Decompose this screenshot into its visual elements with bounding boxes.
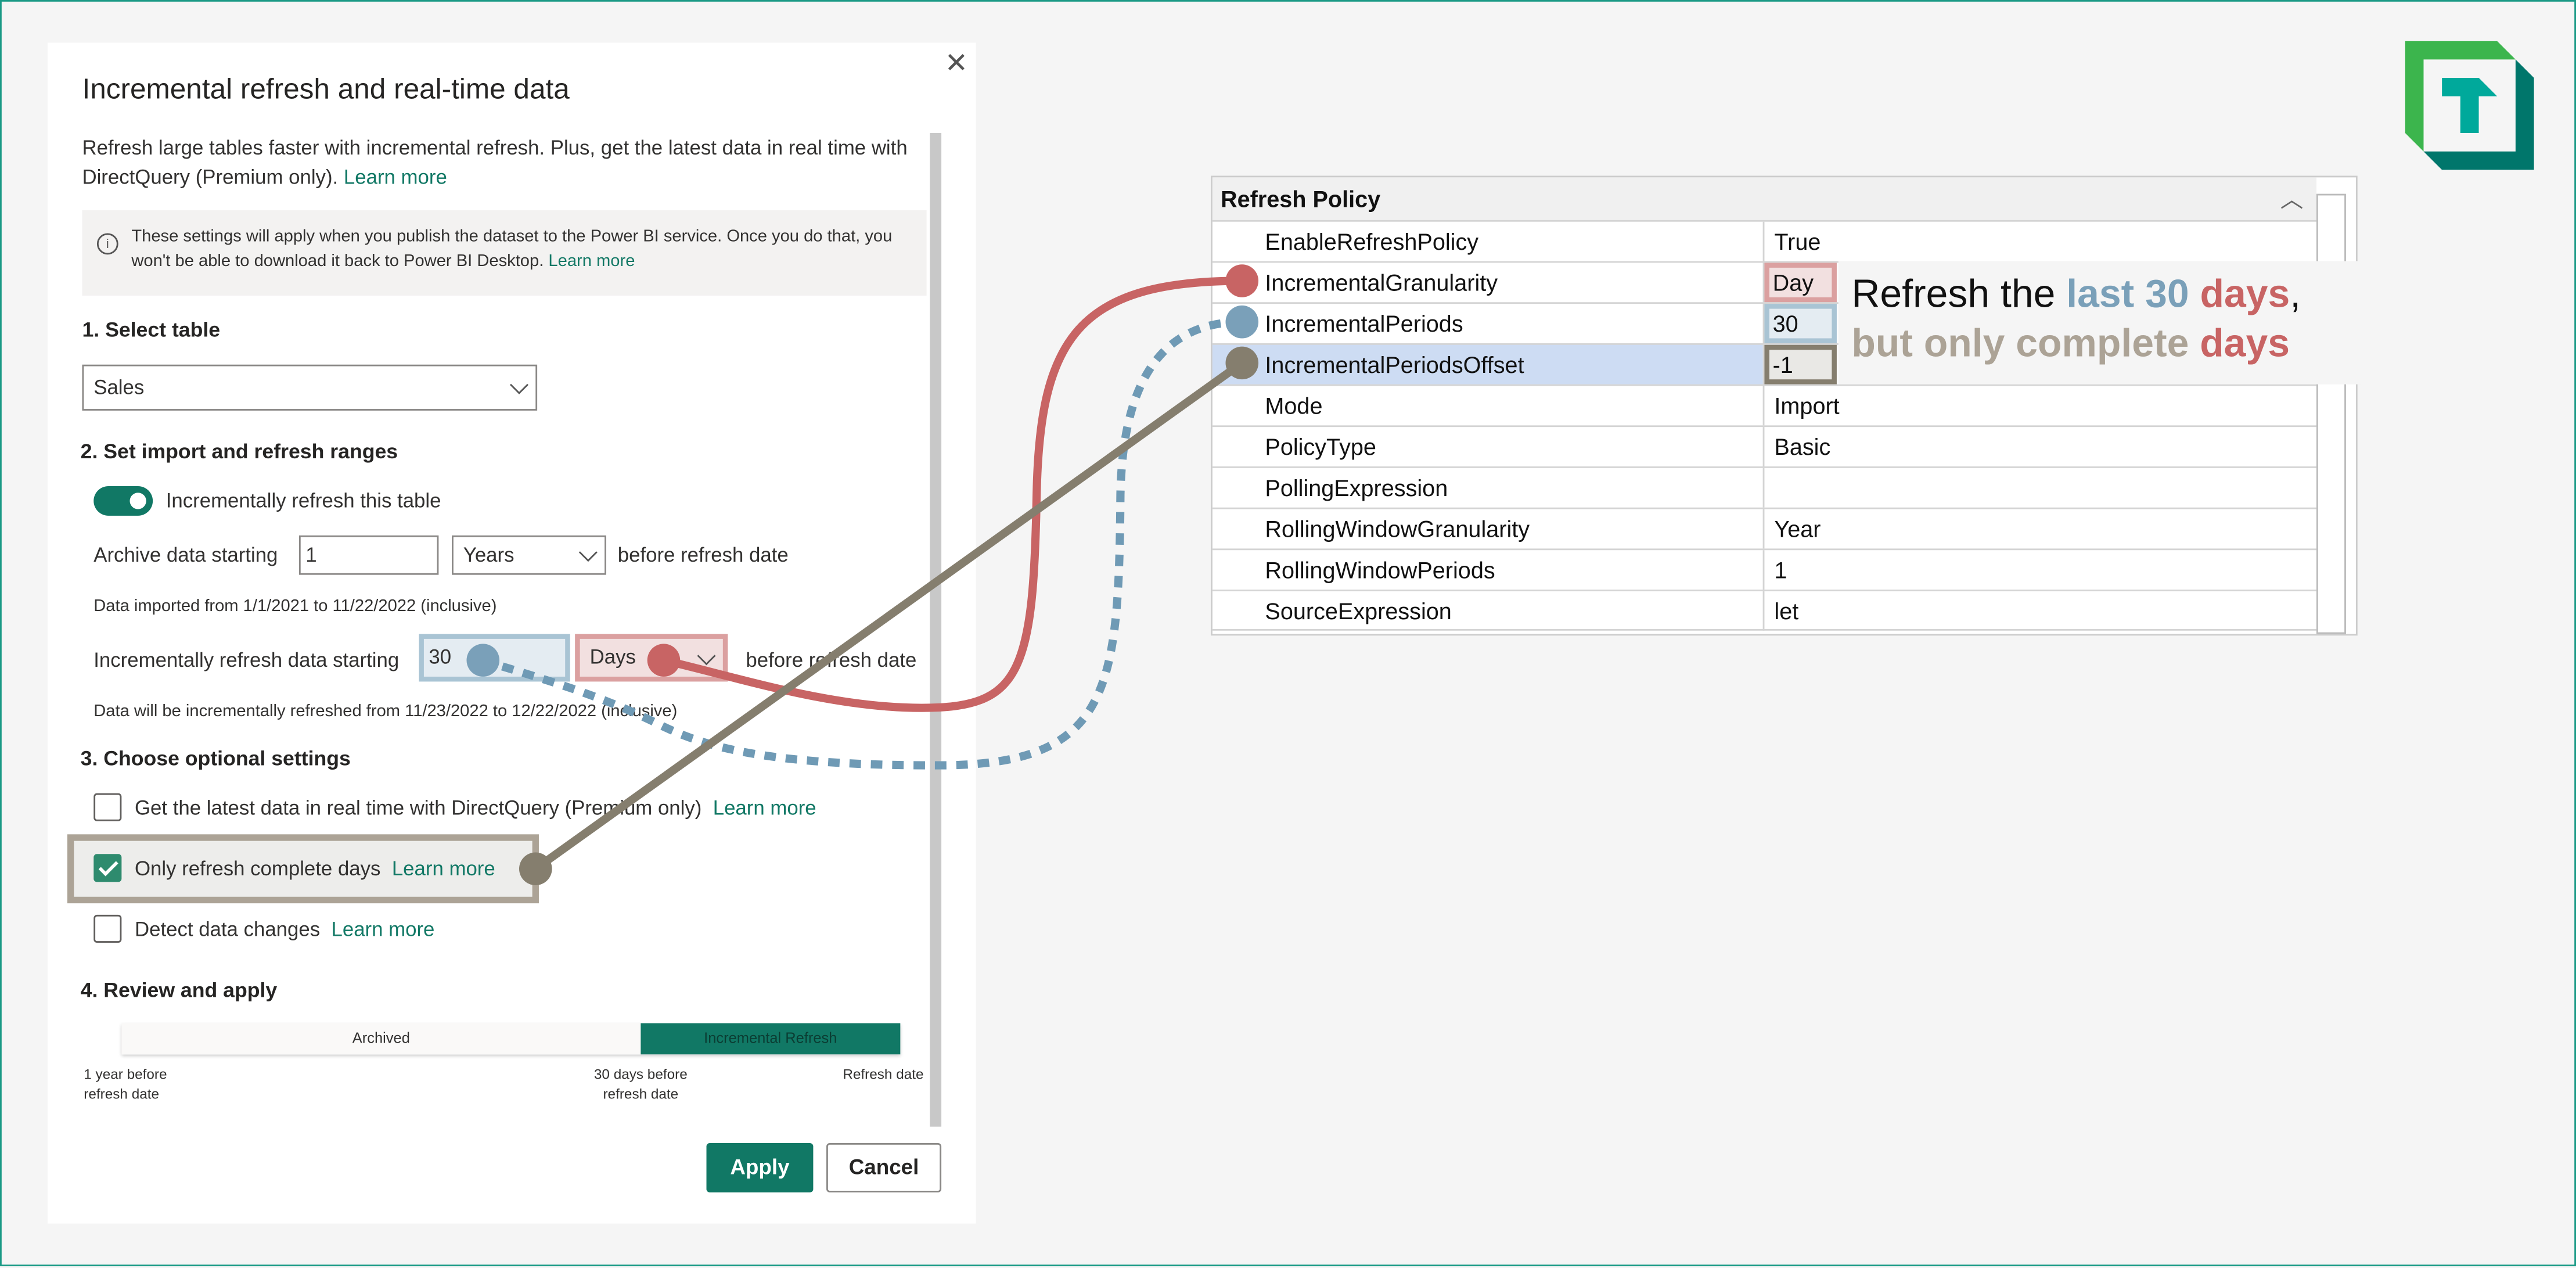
callout-complete: but only complete <box>1851 322 2200 367</box>
detect-changes-label: Detect data changes <box>134 918 321 942</box>
dialog-scrollbar[interactable] <box>930 133 942 1127</box>
archive-unit-select[interactable]: Years <box>452 535 606 575</box>
grid-row[interactable]: PolicyType Basic <box>1212 425 2317 467</box>
property-name: SourceExpression <box>1265 598 1452 624</box>
grid-row[interactable]: SourceExpression let <box>1212 590 2317 631</box>
granularity-value-highlight: Day <box>1764 263 1837 303</box>
grid-row[interactable]: RollingWindowGranularity Year <box>1212 507 2317 549</box>
archived-segment: Archived <box>121 1023 641 1055</box>
property-value[interactable]: True <box>1762 221 2316 261</box>
property-value[interactable]: Import <box>1762 386 2316 426</box>
learn-more-link[interactable]: Learn more <box>344 166 447 189</box>
incremental-segment: Incremental Refresh <box>641 1023 901 1055</box>
property-name: RollingWindowGranularity <box>1265 515 1530 543</box>
complete-days-label: Only refresh complete days <box>134 857 381 881</box>
incremental-refresh-dialog: Incremental refresh and real-time data ✕… <box>48 42 976 1224</box>
directquery-label: Get the latest data in real time with Di… <box>134 796 702 820</box>
incremental-unit-select[interactable]: Days <box>575 634 728 682</box>
info-icon: i <box>96 233 118 255</box>
property-value[interactable]: Year <box>1762 509 2316 549</box>
complete-days-option: Only refresh complete days Learn more <box>135 857 495 881</box>
incremental-refresh-toggle[interactable] <box>93 486 153 516</box>
info-learn-more-link[interactable]: Learn more <box>548 253 635 271</box>
toggle-label: Incrementally refresh this table <box>166 489 441 513</box>
info-text: These settings will apply when you publi… <box>131 228 893 271</box>
chevron-down-icon <box>697 645 716 664</box>
brand-logo <box>2405 41 2534 170</box>
apply-button[interactable]: Apply <box>706 1143 814 1192</box>
grid-scrollbar[interactable] <box>2316 193 2346 634</box>
grid-row[interactable]: Mode Import <box>1212 384 2317 426</box>
section-review: 4. Review and apply <box>80 979 278 1002</box>
callout-text: Refresh the <box>1851 272 2067 317</box>
grid-header[interactable]: Refresh Policy ︿ <box>1212 177 2317 220</box>
refresh-policy-grid: Refresh Policy ︿ EnableRefreshPolicy True … <box>1211 175 2358 636</box>
section-ranges: 2. Set import and refresh ranges <box>80 440 398 464</box>
callout-granularity: days <box>2200 272 2290 317</box>
info-banner: i These settings will apply when you pub… <box>82 210 927 296</box>
table-select[interactable]: Sales <box>82 364 538 411</box>
section-optional: 3. Choose optional settings <box>80 747 351 771</box>
grid-row[interactable]: PollingExpression <box>1212 466 2317 508</box>
canvas: Incremental refresh and real-time data ✕… <box>0 0 2576 1267</box>
cancel-button[interactable]: Cancel <box>826 1143 942 1192</box>
incremental-suffix: before refresh date <box>746 648 917 672</box>
property-name: RollingWindowPeriods <box>1265 556 1495 583</box>
property-name: Mode <box>1265 392 1323 419</box>
close-icon[interactable]: ✕ <box>945 48 968 81</box>
annotation-callout: Refresh the last 30 days, but only compl… <box>1838 261 2361 385</box>
property-name: PolicyType <box>1265 433 1376 460</box>
complete-days-checkbox[interactable] <box>93 854 122 882</box>
detect-changes-checkbox[interactable] <box>93 914 122 943</box>
property-value[interactable] <box>1762 468 2316 508</box>
archive-label: Archive data starting <box>93 543 278 567</box>
detect-changes-option: Detect data changes Learn more <box>135 918 434 942</box>
property-name: IncrementalPeriodsOffset <box>1265 351 1524 378</box>
complete-days-learn-more-link[interactable]: Learn more <box>392 857 495 881</box>
callout-periods: last 30 <box>2066 272 2200 317</box>
directquery-learn-more-link[interactable]: Learn more <box>713 796 816 820</box>
property-value[interactable]: Basic <box>1762 427 2316 467</box>
detect-changes-learn-more-link[interactable]: Learn more <box>332 918 435 942</box>
grid-row[interactable]: RollingWindowPeriods 1 <box>1212 548 2317 590</box>
archive-unit-value: Years <box>463 543 515 567</box>
directquery-checkbox[interactable] <box>93 793 122 821</box>
property-name: PollingExpression <box>1265 475 1448 501</box>
archive-note: Data imported from 1/1/2021 to 11/22/202… <box>93 598 497 616</box>
property-name: IncrementalPeriods <box>1265 310 1463 337</box>
offset-value-highlight: -1 <box>1764 344 1837 385</box>
description-text: Refresh large tables faster with increme… <box>82 136 908 189</box>
property-value[interactable]: 1 <box>1762 550 2316 590</box>
chevron-down-icon <box>578 543 598 562</box>
dialog-description: Refresh large tables faster with increme… <box>82 133 920 192</box>
callout-granularity-2: days <box>2200 322 2290 367</box>
incremental-unit-value: Days <box>589 645 636 669</box>
refresh-range-bar: Archived Incremental Refresh <box>121 1023 901 1055</box>
property-name: IncrementalGranularity <box>1265 269 1498 296</box>
incremental-value-input[interactable]: 30 <box>419 634 570 682</box>
grid-row[interactable]: EnableRefreshPolicy True <box>1212 220 2317 261</box>
chevron-up-icon[interactable]: ︿ <box>2280 177 2304 220</box>
periods-value-highlight: 30 <box>1764 304 1837 343</box>
chevron-down-icon <box>509 375 528 394</box>
dialog-title: Incremental refresh and real-time data <box>82 72 570 105</box>
callout-comma: , <box>2290 272 2301 317</box>
archive-value-input[interactable]: 1 <box>298 535 439 575</box>
property-name: EnableRefreshPolicy <box>1265 228 1479 255</box>
tick-end: Refresh date <box>843 1066 924 1083</box>
directquery-option: Get the latest data in real time with Di… <box>135 796 816 820</box>
tick-start: 1 year before refresh date <box>84 1066 167 1102</box>
section-select-table: 1. Select table <box>82 318 221 342</box>
grid-header-title: Refresh Policy <box>1221 185 1381 212</box>
archive-suffix: before refresh date <box>617 543 789 567</box>
incremental-note: Data will be incrementally refreshed fro… <box>93 703 678 721</box>
incremental-label: Incrementally refresh data starting <box>93 648 400 672</box>
property-value[interactable]: let <box>1762 591 2316 631</box>
tick-mid: 30 days before refresh date <box>593 1066 688 1102</box>
table-select-value: Sales <box>93 376 145 400</box>
